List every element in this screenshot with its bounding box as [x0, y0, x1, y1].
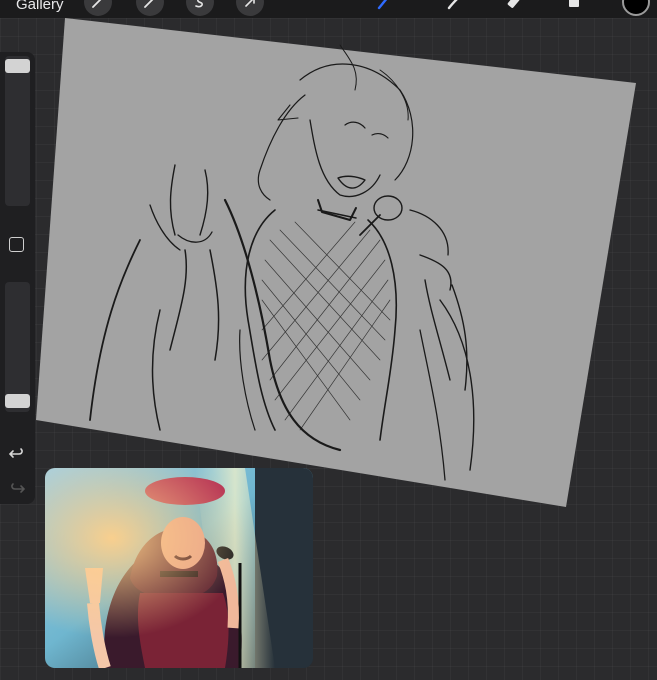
- canvas-paper: [36, 18, 636, 507]
- smudge-icon[interactable]: [440, 0, 468, 16]
- left-sidebar: [0, 52, 35, 504]
- eraser-icon[interactable]: [500, 0, 528, 16]
- reference-artwork: [45, 468, 313, 668]
- gallery-button[interactable]: Gallery: [16, 0, 64, 13]
- opacity-slider[interactable]: [5, 282, 30, 412]
- brush-size-thumb[interactable]: [5, 59, 30, 73]
- redo-icon[interactable]: [8, 479, 26, 497]
- reference-image[interactable]: [45, 468, 313, 668]
- transform-arrow-icon[interactable]: [236, 0, 264, 16]
- sketch-lines: [89, 44, 475, 481]
- top-toolbar: Gallery: [0, 0, 657, 18]
- adjustments-wand-icon[interactable]: [136, 0, 164, 16]
- brush-size-slider[interactable]: [5, 56, 30, 206]
- undo-icon[interactable]: [8, 444, 26, 462]
- opacity-thumb[interactable]: [5, 394, 30, 408]
- modify-button[interactable]: [9, 237, 24, 252]
- actions-wrench-icon[interactable]: [84, 0, 112, 16]
- layers-icon[interactable]: [560, 0, 588, 16]
- selection-s-icon[interactable]: [186, 0, 214, 16]
- color-picker-button[interactable]: [622, 0, 650, 16]
- brush-icon[interactable]: [370, 0, 398, 16]
